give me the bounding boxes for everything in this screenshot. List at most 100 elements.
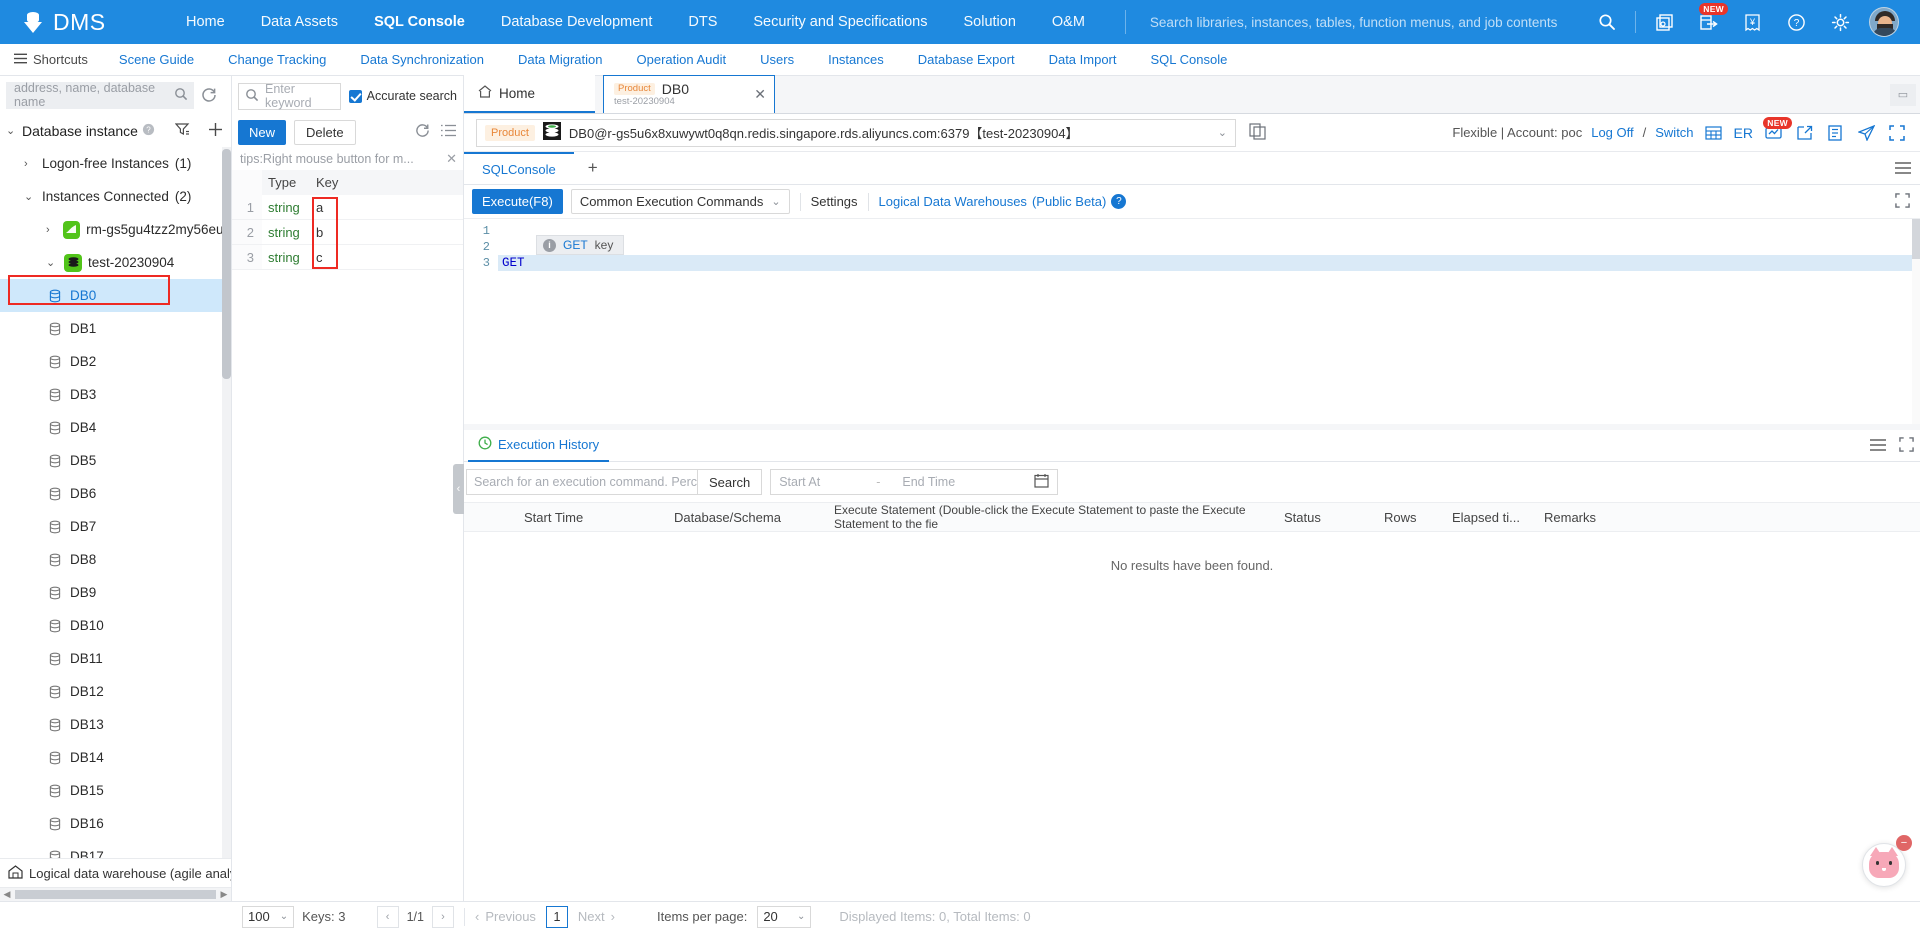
close-icon[interactable]: − (1896, 835, 1912, 851)
execute-button[interactable]: Execute(F8) (472, 189, 563, 214)
chevron-left-icon[interactable]: ‹ (376, 905, 399, 928)
hamburger-menu-icon[interactable] (1886, 152, 1920, 184)
send-icon[interactable] (1855, 122, 1877, 144)
tree-db-DB12[interactable]: DB12 (0, 675, 231, 708)
collapse-panel-icon[interactable]: ▭ (1890, 83, 1916, 106)
history-search-button[interactable]: Search (698, 469, 763, 495)
panel-collapse-handle[interactable]: ‹ (453, 463, 464, 514)
tab-sqlconsole[interactable]: SQLConsole (464, 152, 574, 184)
nav-home[interactable]: Home (168, 0, 243, 44)
sidebar-scrollbar-thumb[interactable] (222, 149, 231, 380)
global-search[interactable]: Search libraries, instances, tables, fun… (1124, 10, 1585, 34)
tree-db-DB11[interactable]: DB11 (0, 642, 231, 675)
fullscreen-icon[interactable] (1886, 122, 1908, 144)
tree-db-DB13[interactable]: DB13 (0, 708, 231, 741)
monitor-icon[interactable]: NEW (1762, 116, 1792, 144)
help-circle-icon[interactable]: ? (1774, 0, 1818, 44)
current-page-number[interactable]: 1 (545, 905, 568, 928)
fullscreen-icon[interactable] (1892, 436, 1920, 455)
nav-om[interactable]: O&M (1034, 0, 1103, 44)
tree-db-DB1[interactable]: DB1 (0, 312, 231, 345)
tree-db-DB6[interactable]: DB6 (0, 477, 231, 510)
tree-db-DB4[interactable]: DB4 (0, 411, 231, 444)
subnav-sql-console[interactable]: SQL Console (1134, 52, 1245, 67)
chevron-right-icon[interactable]: ▶ (217, 889, 231, 900)
table-row[interactable]: 3 string c (232, 245, 463, 270)
subnav-scene-guide[interactable]: Scene Guide (102, 52, 211, 67)
workspace-cards-icon[interactable] (1642, 0, 1686, 44)
switch-link[interactable]: Switch (1655, 125, 1693, 140)
history-date-range[interactable]: Start At - End Time (770, 469, 1059, 495)
tree-db-DB2[interactable]: DB2 (0, 345, 231, 378)
nav-data-assets[interactable]: Data Assets (243, 0, 356, 44)
subnav-operation-audit[interactable]: Operation Audit (620, 52, 744, 67)
tree-db-DB7[interactable]: DB7 (0, 510, 231, 543)
tree-db-DB5[interactable]: DB5 (0, 444, 231, 477)
plus-icon[interactable]: + (573, 152, 612, 184)
filter-icon[interactable] (174, 122, 190, 139)
sidebar-search-input[interactable]: address, name, database name (6, 81, 194, 109)
search-icon[interactable] (1585, 0, 1629, 44)
nav-sql-console[interactable]: SQL Console (356, 0, 483, 44)
refresh-icon[interactable] (194, 82, 225, 109)
nav-solution[interactable]: Solution (945, 0, 1033, 44)
editor-scrollbar-thumb[interactable] (1912, 219, 1920, 259)
calendar-icon[interactable] (1034, 473, 1049, 491)
shortcuts-button[interactable]: Shortcuts (0, 52, 102, 67)
log-off-link[interactable]: Log Off (1591, 125, 1633, 140)
plus-icon[interactable] (208, 122, 223, 140)
subnav-data-import[interactable]: Data Import (1032, 52, 1134, 67)
tree-db-DB10[interactable]: DB10 (0, 609, 231, 642)
previous-page-button[interactable]: ‹ Previous (475, 909, 536, 924)
subnav-change-tracking[interactable]: Change Tracking (211, 52, 343, 67)
nav-dts[interactable]: DTS (670, 0, 735, 44)
tree-db-DB16[interactable]: DB16 (0, 807, 231, 840)
avatar[interactable] (1862, 0, 1906, 44)
subnav-users[interactable]: Users (743, 52, 811, 67)
page-size-select-left[interactable]: 100 ⌄ (242, 905, 295, 928)
tree-group-instances-connected[interactable]: ⌄ Instances Connected (2) (0, 180, 231, 213)
nav-database-development[interactable]: Database Development (483, 0, 671, 44)
nav-security-and-specifications[interactable]: Security and Specifications (735, 0, 945, 44)
table-grid-icon[interactable] (1703, 122, 1725, 144)
subnav-database-export[interactable]: Database Export (901, 52, 1032, 67)
table-row[interactable]: 2 string b (232, 220, 463, 245)
external-link-icon[interactable] (1793, 122, 1815, 144)
chevron-right-icon[interactable]: › (432, 905, 454, 928)
subnav-data-migration[interactable]: Data Migration (501, 52, 620, 67)
next-page-button[interactable]: Next › (578, 909, 615, 924)
gear-icon[interactable] (1818, 0, 1862, 44)
refresh-icon[interactable] (413, 123, 431, 141)
table-row[interactable]: 1 string a (232, 195, 463, 220)
logo[interactable]: DMS (0, 9, 168, 36)
list-settings-icon[interactable] (439, 124, 457, 140)
delete-key-button[interactable]: Delete (294, 119, 356, 145)
history-search-input[interactable]: Search for an execution command. Percent… (466, 469, 698, 495)
ticket-export-icon[interactable]: NEW (1686, 0, 1730, 44)
billing-receipt-icon[interactable]: ¥ (1730, 0, 1774, 44)
tab-execution-history[interactable]: Execution History (468, 430, 610, 462)
sidebar-horizontal-scrollbar[interactable]: ◀ ▶ (0, 887, 231, 901)
logical-warehouses-link[interactable]: Logical Data Warehouses (879, 194, 1027, 209)
fullscreen-icon[interactable] (1895, 192, 1912, 211)
tree-db-DB8[interactable]: DB8 (0, 543, 231, 576)
copy-icon[interactable] (1246, 122, 1268, 143)
tree-group-logon-free[interactable]: › Logon-free Instances (1) (0, 147, 231, 180)
tree-db-DB9[interactable]: DB9 (0, 576, 231, 609)
sql-editor-body[interactable]: 1 2 3 GET i GET key (464, 219, 1920, 424)
editor-scrollbar-track[interactable] (1912, 219, 1920, 424)
tree-db-DB3[interactable]: DB3 (0, 378, 231, 411)
subnav-instances[interactable]: Instances (811, 52, 901, 67)
tree-db-DB15[interactable]: DB15 (0, 774, 231, 807)
key-search-input[interactable]: Enter keyword (238, 82, 341, 110)
common-commands-select[interactable]: Common Execution Commands ⌄ (570, 189, 790, 214)
tree-instance-rm-gs5gu4tzz2my56eu5[interactable]: › rm-gs5gu4tzz2my56eu5 (0, 213, 231, 246)
tree-instance-test-20230904[interactable]: ⌄ test-20230904 (0, 246, 231, 279)
help-circle-icon[interactable]: ? (142, 123, 155, 139)
connection-select[interactable]: Product DB0@r-gs5u6x8xuwywt0q8qn.redis.s… (476, 118, 1236, 147)
items-per-page-select[interactable]: 20 ⌄ (757, 905, 812, 928)
chevron-left-icon[interactable]: ◀ (0, 889, 14, 900)
settings-button[interactable]: Settings (811, 194, 858, 209)
tab-db0[interactable]: Product DB0 test-20230904 ✕ (603, 75, 776, 113)
tree-db-DB0[interactable]: DB0 (0, 279, 231, 313)
